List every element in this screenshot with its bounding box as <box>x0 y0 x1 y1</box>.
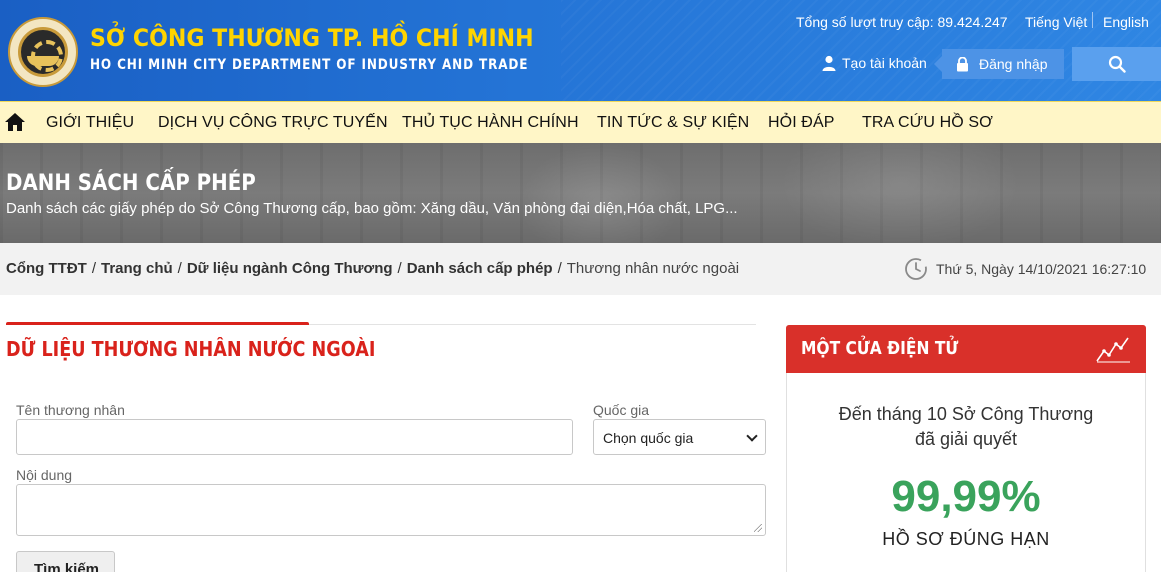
nav-item-faq[interactable]: HỎI ĐÁP <box>768 114 835 132</box>
merchant-name-label: Tên thương nhân <box>16 402 125 418</box>
register-label: Tạo tài khoản <box>842 55 927 71</box>
search-icon <box>1108 55 1126 73</box>
breadcrumb-industry-data[interactable]: Dữ liệu ngành Công Thương <box>187 260 393 277</box>
breadcrumb: Cổng TTĐT / Trang chủ / Dữ liệu ngành Cô… <box>6 260 739 277</box>
visit-counter: Tổng số lượt truy cập: 89.424.247 <box>796 14 1008 30</box>
banner-description: Danh sách các giấy phép do Sở Công Thươn… <box>6 200 738 217</box>
content-label: Nội dung <box>16 467 73 483</box>
section-title: DỮ LIỆU THƯƠNG NHÂN NƯỚC NGOÀI <box>6 337 376 361</box>
search-submit-button[interactable]: Tìm kiếm <box>16 551 115 572</box>
language-english-link[interactable]: English <box>1103 14 1149 30</box>
nav-item-administrative-procedures[interactable]: THỦ TỤC HÀNH CHÍNH <box>402 114 579 132</box>
on-time-caption: HỒ SƠ ĐÚNG HẠN <box>882 529 1050 549</box>
nav-item-dossier-lookup[interactable]: TRA CỨU HỒ SƠ <box>862 114 993 132</box>
resize-grip-icon[interactable] <box>754 524 762 532</box>
on-time-percentage: 99,99% <box>891 472 1041 521</box>
one-stop-intro-line2: đã giải quyết <box>914 429 1018 449</box>
site-subtitle: HO CHI MINH CITY DEPARTMENT OF INDUSTRY … <box>90 57 529 73</box>
trend-chart-icon <box>1096 337 1130 363</box>
home-icon[interactable] <box>4 111 26 133</box>
breadcrumb-separator: / <box>397 260 402 277</box>
country-select[interactable]: Chọn quốc gia <box>593 419 766 455</box>
breadcrumb-separator: / <box>177 260 182 277</box>
lock-icon <box>957 56 968 71</box>
country-label: Quốc gia <box>593 402 650 418</box>
nav-item-online-services[interactable]: DỊCH VỤ CÔNG TRỰC TUYẾN <box>158 114 388 132</box>
nav-item-news-events[interactable]: TIN TỨC & SỰ KIỆN <box>597 114 749 132</box>
user-icon <box>822 55 836 71</box>
header-search-button[interactable] <box>1072 47 1161 81</box>
login-label: Đăng nhập <box>979 56 1048 72</box>
breadcrumb-separator: / <box>91 260 96 277</box>
language-divider <box>1092 12 1093 28</box>
breadcrumb-separator: / <box>557 260 562 277</box>
breadcrumb-current: Thương nhân nước ngoài <box>566 260 740 277</box>
language-vietnamese-link[interactable]: Tiếng Việt <box>1025 14 1087 30</box>
register-link[interactable]: Tạo tài khoản <box>822 55 927 71</box>
clock-icon <box>905 258 927 280</box>
breadcrumb-home[interactable]: Trang chủ <box>101 260 173 277</box>
one-stop-widget-title[interactable]: MỘT CỬA ĐIỆN TỬ <box>801 338 958 359</box>
content-textarea[interactable] <box>16 484 766 536</box>
breadcrumb-license-list[interactable]: Danh sách cấp phép <box>407 260 553 277</box>
login-button[interactable]: Đăng nhập <box>934 49 1064 79</box>
banner-title: DANH SÁCH CẤP PHÉP <box>6 171 256 196</box>
section-accent-bar <box>6 322 309 325</box>
merchant-name-input[interactable] <box>16 419 573 455</box>
department-seal-logo[interactable] <box>8 17 78 87</box>
breadcrumb-portal[interactable]: Cổng TTĐT <box>6 260 87 277</box>
current-datetime: Thứ 5, Ngày 14/10/2021 16:27:10 <box>936 261 1147 277</box>
site-title[interactable]: SỞ CÔNG THƯƠNG TP. HỒ CHÍ MINH <box>90 24 534 52</box>
one-stop-intro-line1: Đến tháng 10 Sở Công Thương <box>838 404 1094 424</box>
nav-item-introduction[interactable]: GIỚI THIỆU <box>46 114 134 132</box>
